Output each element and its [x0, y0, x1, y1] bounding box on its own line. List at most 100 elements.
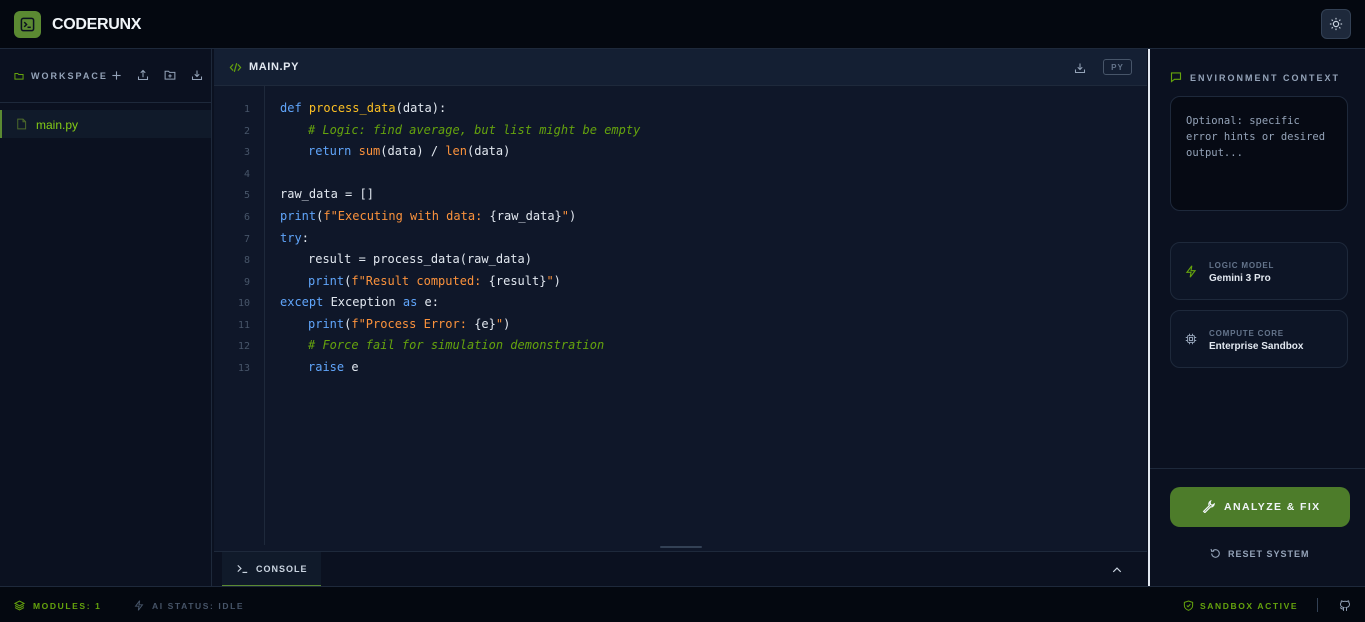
code-string: f"Process Error: — [351, 317, 475, 331]
folder-icon — [14, 73, 24, 80]
upload-button[interactable] — [136, 68, 150, 82]
code-comment: # Logic: find average, but list might be… — [308, 123, 641, 137]
console-resize-handle[interactable] — [660, 546, 702, 548]
github-link[interactable] — [1339, 599, 1352, 612]
code-line-3: return sum(data) / len(data) — [308, 144, 510, 158]
folder-plus-icon — [164, 70, 176, 80]
file-icon — [17, 118, 27, 130]
status-divider — [1317, 598, 1318, 612]
plus-icon — [111, 70, 121, 80]
code-line-1: def process_data(data): — [280, 101, 446, 115]
ai-status: AI STATUS: IDLE — [152, 601, 245, 611]
console-bar: CONSOLE — [214, 551, 1147, 587]
code-token: (data) — [467, 144, 511, 158]
code-line-8: result = process_data(raw_data) — [308, 252, 532, 266]
context-panel: ENVIRONMENT CONTEXT LOGIC MODEL Gemini 3… — [1148, 49, 1365, 586]
code-token: ) — [503, 317, 511, 331]
layers-icon — [14, 600, 25, 611]
chat-icon — [1170, 72, 1182, 83]
terminal-icon — [20, 17, 35, 32]
new-folder-button[interactable] — [163, 68, 177, 82]
chip-icon — [1185, 333, 1197, 345]
code-token: return — [308, 144, 352, 158]
code-token: ) — [553, 274, 561, 288]
console-label: CONSOLE — [256, 564, 308, 574]
top-header: CODERUNX — [0, 0, 1365, 49]
code-token: print — [280, 209, 317, 223]
terminal-icon — [237, 564, 248, 574]
rotate-icon — [1210, 548, 1220, 558]
environment-context-box — [1170, 96, 1348, 211]
code-token: (data): — [395, 101, 447, 115]
bolt-icon — [1185, 265, 1197, 278]
upload-icon — [137, 69, 149, 81]
code-token: ) — [569, 209, 577, 223]
reset-system-label: RESET SYSTEM — [1228, 549, 1310, 559]
editor-tab-bar: MAIN.PY PY — [214, 49, 1147, 86]
compute-core-card[interactable]: COMPUTE CORE Enterprise Sandbox — [1170, 310, 1348, 368]
github-icon — [1339, 600, 1350, 611]
workspace-header: WORKSPACE — [0, 49, 211, 103]
code-content[interactable]: def process_data(data): # Logic: find av… — [214, 86, 1147, 545]
logic-model-card[interactable]: LOGIC MODEL Gemini 3 Pro — [1170, 242, 1348, 300]
code-line-13: raise e — [308, 360, 359, 374]
code-token: try — [280, 231, 302, 245]
code-string: f"Result computed: — [351, 274, 489, 288]
brand-name: CODERUNX — [52, 16, 142, 33]
code-token: (data) / — [380, 144, 446, 158]
code-token: as — [402, 295, 418, 309]
code-line-11: print(f"Process Error: {e}") — [308, 317, 510, 331]
workspace-title: WORKSPACE — [31, 71, 108, 81]
code-token: len — [445, 144, 467, 158]
shield-icon — [1183, 600, 1194, 611]
console-toggle-button[interactable] — [1111, 563, 1125, 577]
file-name: main.py — [36, 118, 79, 132]
code-token: e — [344, 360, 359, 374]
analyze-fix-label: ANALYZE & FIX — [1224, 501, 1321, 513]
file-item-main-py[interactable]: main.py — [0, 110, 211, 138]
download-file-button[interactable] — [1074, 61, 1088, 75]
environment-context-input[interactable] — [1186, 113, 1336, 197]
language-badge: PY — [1103, 59, 1132, 75]
app-logo — [14, 11, 41, 38]
sun-icon — [1329, 17, 1343, 31]
code-line-2: # Logic: find average, but list might be… — [308, 123, 640, 137]
code-line-7: try: — [280, 231, 309, 245]
code-string: " — [546, 274, 554, 288]
new-file-button[interactable] — [109, 68, 123, 82]
code-token: {raw_data} — [489, 209, 562, 223]
modules-status: MODULES: 1 — [33, 601, 102, 611]
code-token: e: — [417, 295, 439, 309]
sandbox-status: SANDBOX ACTIVE — [1200, 601, 1299, 611]
status-bar: MODULES: 1 AI STATUS: IDLE SANDBOX ACTIV… — [0, 586, 1365, 622]
code-string: " — [561, 209, 570, 223]
download-icon — [1074, 63, 1086, 74]
panel-divider — [1150, 468, 1365, 469]
logic-model-label: LOGIC MODEL — [1209, 261, 1275, 270]
theme-toggle-button[interactable] — [1321, 9, 1351, 39]
download-icon — [191, 70, 203, 81]
code-line-6: print(f"Executing with data: {raw_data}"… — [280, 209, 576, 223]
code-token: {e} — [474, 317, 496, 331]
logic-model-value: Gemini 3 Pro — [1209, 273, 1271, 284]
code-token: print — [308, 317, 345, 331]
code-token: sum — [358, 144, 381, 158]
code-token: raise — [308, 360, 345, 374]
code-line-9: print(f"Result computed: {result}") — [308, 274, 561, 288]
workspace-sidebar: WORKSPACE main.py — [0, 49, 212, 586]
tab-console[interactable]: CONSOLE — [222, 552, 321, 587]
analyze-fix-button[interactable]: ANALYZE & FIX — [1170, 487, 1350, 527]
download-workspace-button[interactable] — [190, 68, 204, 82]
code-line-10: except Exception as e: — [280, 295, 439, 309]
app-root: CODERUNX WORKSPACE main.py MAIN.PY PY 1 … — [0, 0, 1365, 622]
editor-tab-title[interactable]: MAIN.PY — [249, 61, 299, 73]
code-icon — [229, 63, 242, 72]
code-string: f"Executing with data: — [323, 209, 490, 223]
code-token: process_data — [308, 101, 396, 115]
environment-context-title: ENVIRONMENT CONTEXT — [1190, 73, 1341, 83]
code-comment: # Force fail for simulation demonstratio… — [308, 338, 605, 352]
code-editor-pane: MAIN.PY PY 1 2 3 4 5 6 7 8 9 10 11 12 13… — [214, 49, 1147, 587]
code-token: {result} — [488, 274, 547, 288]
code-token: def — [280, 101, 302, 115]
code-token: Exception — [323, 295, 403, 309]
